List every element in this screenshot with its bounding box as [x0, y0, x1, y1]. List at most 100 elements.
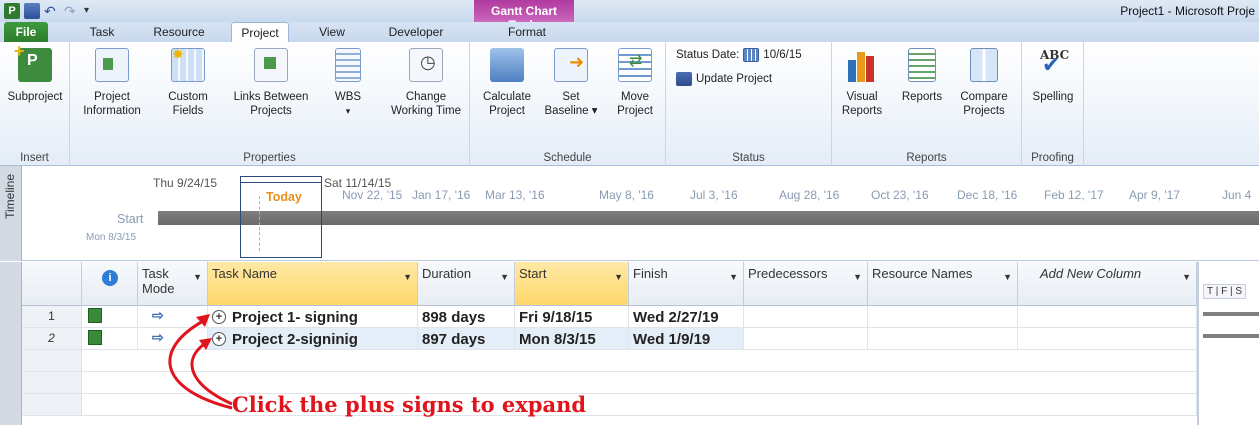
- filter-dropdown-icon[interactable]: ▼: [193, 272, 202, 282]
- reports-button[interactable]: Reports: [898, 48, 946, 104]
- custom-fields-label-1: Custom: [168, 91, 208, 103]
- empty-row-number[interactable]: [22, 372, 82, 394]
- customize-qat-icon[interactable]: ▾: [84, 3, 100, 19]
- update-project-button[interactable]: Update Project: [676, 72, 772, 86]
- bar-chart-icon: [845, 48, 879, 82]
- column-header-add-new-column[interactable]: Add New Column ▼: [1018, 262, 1197, 306]
- tab-project[interactable]: Project: [231, 22, 289, 42]
- filter-dropdown-icon[interactable]: ▼: [1182, 272, 1191, 282]
- group-properties: Project Information ✸ Custom Fields Link…: [70, 42, 470, 166]
- move-project-label-1: Move: [620, 91, 650, 103]
- filter-dropdown-icon[interactable]: ▼: [853, 272, 862, 282]
- today-label: Today: [266, 190, 302, 204]
- column-header-predecessors[interactable]: Predecessors ▼: [744, 262, 868, 306]
- timeline-scale-label: Dec 18, '16: [957, 188, 1018, 202]
- resource-names-cell[interactable]: [868, 306, 1018, 328]
- start-cell[interactable]: Mon 8/3/15: [515, 328, 629, 350]
- tab-format[interactable]: Format: [498, 22, 556, 42]
- undo-icon[interactable]: ↶: [44, 3, 60, 19]
- tab-view[interactable]: View: [312, 22, 352, 42]
- predecessors-cell[interactable]: [744, 306, 868, 328]
- column-header-duration[interactable]: Duration ▼: [418, 262, 515, 306]
- resource-names-header-label: Resource Names: [872, 266, 973, 281]
- status-date-label: Status Date:: [676, 49, 740, 61]
- filter-dropdown-icon[interactable]: ▼: [403, 272, 412, 282]
- start-cell[interactable]: Fri 9/18/15: [515, 306, 629, 328]
- filter-dropdown-icon[interactable]: ▼: [729, 272, 738, 282]
- wbs-dropdown-icon: ▾: [345, 106, 351, 116]
- wbs-button[interactable]: WBS ▾: [328, 48, 368, 118]
- project-information-icon: [95, 48, 129, 82]
- tab-resource[interactable]: Resource: [143, 22, 215, 42]
- status-date-button[interactable]: Status Date: 10/6/15: [676, 48, 802, 62]
- inserted-project-icon[interactable]: [88, 308, 102, 323]
- task-mode-cell[interactable]: ⇨: [138, 328, 208, 350]
- row-number[interactable]: 2: [22, 328, 82, 350]
- task-name-cell[interactable]: Project 2-signinig: [208, 328, 418, 350]
- group-label-insert: Insert: [20, 152, 49, 164]
- timeline-pane[interactable]: Timeline Thu 9/24/15 Sat 11/14/15 Today …: [0, 166, 1259, 261]
- column-header-task-name[interactable]: Task Name ▼: [208, 262, 418, 306]
- select-all-corner[interactable]: [22, 262, 82, 306]
- empty-row-number[interactable]: [22, 350, 82, 372]
- custom-fields-button[interactable]: ✸ Custom Fields: [162, 47, 214, 118]
- finish-cell[interactable]: Wed 1/9/19: [629, 328, 744, 350]
- status-date-value: 10/6/15: [763, 49, 802, 61]
- view-side-tab[interactable]: [0, 262, 22, 425]
- timeline-side-tab[interactable]: Timeline: [0, 166, 22, 261]
- filter-dropdown-icon[interactable]: ▼: [500, 272, 509, 282]
- timeline-scale-label: Feb 12, '17: [1044, 188, 1104, 202]
- inserted-project-icon[interactable]: [88, 330, 102, 345]
- subproject-button[interactable]: + P Subproject: [6, 42, 64, 104]
- gantt-chart-area[interactable]: T | F | S: [1197, 262, 1259, 425]
- wbs-icon: [335, 48, 361, 82]
- duration-cell[interactable]: 898 days: [418, 306, 515, 328]
- column-header-resource-names[interactable]: Resource Names ▼: [868, 262, 1018, 306]
- change-working-time-label-1: Change: [405, 91, 447, 103]
- save-icon[interactable]: [24, 3, 40, 19]
- empty-row[interactable]: [82, 372, 1197, 394]
- resource-names-cell[interactable]: [868, 328, 1018, 350]
- tab-file[interactable]: File: [4, 22, 48, 42]
- column-header-indicators[interactable]: i: [82, 262, 138, 306]
- new-column-cell[interactable]: [1018, 328, 1197, 350]
- calculate-project-button[interactable]: Calculate Project: [478, 48, 536, 118]
- task-name-cell[interactable]: Project 1- signing: [208, 306, 418, 328]
- visual-reports-button[interactable]: Visual Reports: [838, 48, 886, 118]
- gantt-table: i Task Mode ▼ Task Name ▼ Duration ▼ Sta…: [0, 262, 1259, 425]
- tab-developer[interactable]: Developer: [380, 22, 452, 42]
- spelling-button[interactable]: ABC ✔ Spelling: [1028, 48, 1078, 104]
- links-between-projects-button[interactable]: Links Between Projects: [230, 48, 312, 118]
- change-working-time-button[interactable]: ◷ Change Working Time: [388, 48, 464, 118]
- spelling-label: Spelling: [1032, 91, 1074, 103]
- column-header-task-mode[interactable]: Task Mode ▼: [138, 262, 208, 306]
- empty-row[interactable]: [82, 350, 1197, 372]
- row-number[interactable]: 1: [22, 306, 82, 328]
- finish-header-label: Finish: [633, 266, 668, 281]
- column-header-start[interactable]: Start ▼: [515, 262, 629, 306]
- expand-plus-icon[interactable]: +: [212, 332, 226, 346]
- project-information-label-1: Project: [94, 91, 130, 103]
- timeline-visible-range[interactable]: [240, 176, 322, 258]
- redo-icon[interactable]: ↷: [64, 3, 80, 19]
- column-header-finish[interactable]: Finish ▼: [629, 262, 744, 306]
- timeline-scale-label: Aug 28, '16: [779, 188, 840, 202]
- set-baseline-button[interactable]: ➜ Set Baseline ▾: [540, 48, 602, 118]
- empty-row-number[interactable]: [22, 394, 82, 416]
- filter-dropdown-icon[interactable]: ▼: [1003, 272, 1012, 282]
- move-project-button[interactable]: ⇄ Move Project: [610, 48, 660, 118]
- task-mode-cell[interactable]: ⇨: [138, 306, 208, 328]
- indicator-cell: [82, 328, 138, 350]
- finish-cell[interactable]: Wed 2/27/19: [629, 306, 744, 328]
- duration-cell[interactable]: 897 days: [418, 328, 515, 350]
- compare-projects-icon: [970, 48, 998, 82]
- predecessors-cell[interactable]: [744, 328, 868, 350]
- expand-plus-icon[interactable]: +: [212, 310, 226, 324]
- new-column-cell[interactable]: [1018, 306, 1197, 328]
- project-app-icon[interactable]: P: [4, 3, 20, 19]
- tab-task[interactable]: Task: [82, 22, 122, 42]
- project-information-button[interactable]: Project Information: [82, 48, 142, 118]
- compare-projects-button[interactable]: Compare Projects: [952, 48, 1016, 118]
- filter-dropdown-icon[interactable]: ▼: [614, 272, 623, 282]
- duration-header-label: Duration: [422, 266, 472, 281]
